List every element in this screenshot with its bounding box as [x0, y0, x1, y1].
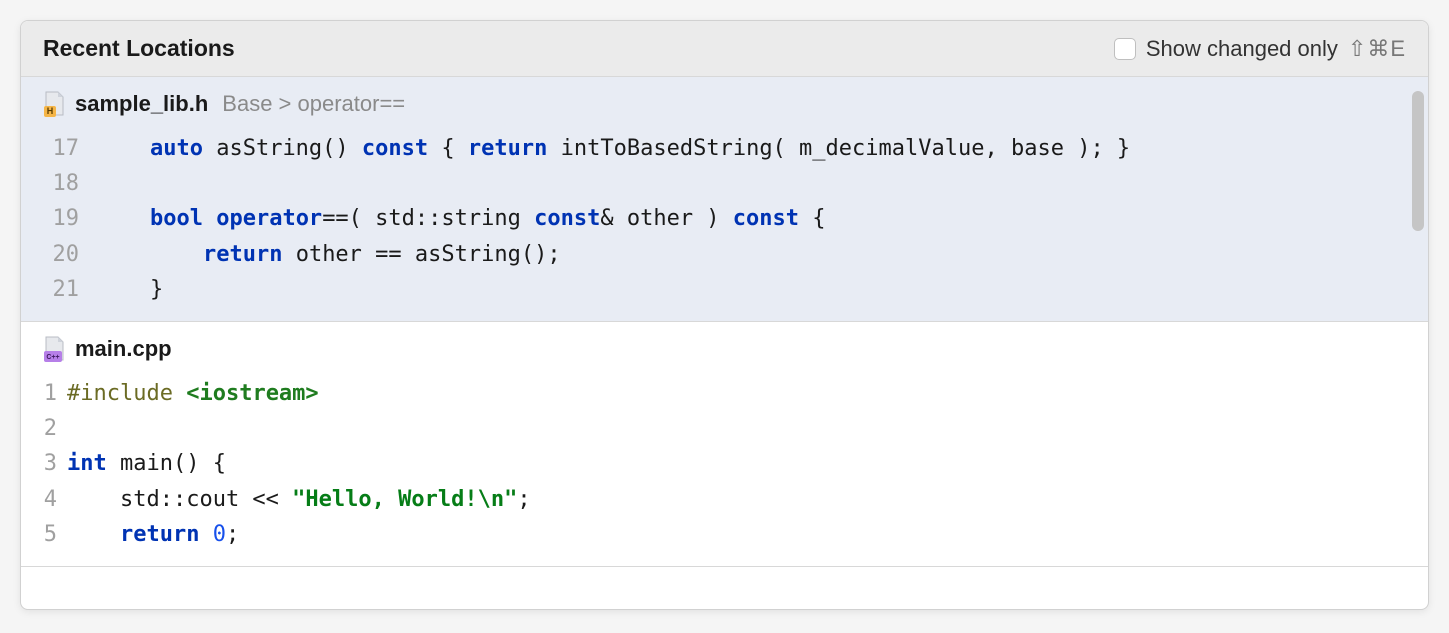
line-number: 17 [21, 131, 97, 166]
code-line: 20 return other == asString(); [21, 237, 1428, 272]
svg-text:H: H [47, 106, 54, 116]
code-content: bool operator==( std::string const& othe… [97, 201, 826, 236]
line-number: 5 [21, 517, 67, 552]
show-changed-label[interactable]: Show changed only [1146, 36, 1338, 62]
cpp-file-icon: C++ [43, 336, 65, 362]
code-line: 3int main() { [21, 446, 1428, 481]
line-number: 4 [21, 482, 67, 517]
header-file-icon: H [43, 91, 65, 117]
code-content: return other == asString(); [97, 237, 561, 272]
show-changed-group: Show changed only ⇧⌘E [1114, 36, 1406, 62]
svg-text:C++: C++ [46, 354, 59, 361]
code-line: 1#include <iostream> [21, 376, 1428, 411]
location-entry[interactable]: Hsample_lib.h Base > operator== 17 auto as… [21, 77, 1428, 322]
code-content: #include <iostream> [67, 376, 319, 411]
line-number: 2 [21, 411, 67, 446]
code-line: 17 auto asString() const { return intToB… [21, 131, 1428, 166]
code-line: 2 [21, 411, 1428, 446]
code-content: int main() { [67, 446, 226, 481]
code-content: return 0; [67, 517, 239, 552]
line-number: 21 [21, 272, 97, 307]
show-changed-checkbox[interactable] [1114, 38, 1136, 60]
code-line: 18 [21, 166, 1428, 201]
code-content: } [97, 272, 163, 307]
line-number: 18 [21, 166, 97, 201]
code-content: std::cout << "Hello, World!\n"; [67, 482, 531, 517]
show-changed-shortcut: ⇧⌘E [1348, 36, 1406, 62]
entry-filename: main.cpp [75, 336, 172, 362]
code-line: 21 } [21, 272, 1428, 307]
code-line: 4 std::cout << "Hello, World!\n"; [21, 482, 1428, 517]
entry-header: C++ main.cpp [21, 322, 1428, 370]
location-entry[interactable]: C++ main.cpp 1#include <iostream>23int mai… [21, 322, 1428, 567]
line-number: 20 [21, 237, 97, 272]
recent-locations-popup: Recent Locations Show changed only ⇧⌘E H… [20, 20, 1429, 610]
code-snippet: 1#include <iostream>23int main() {4 std:… [21, 370, 1428, 566]
scrollbar-thumb[interactable] [1412, 91, 1424, 231]
entry-header: Hsample_lib.h Base > operator== [21, 77, 1428, 125]
line-number: 19 [21, 201, 97, 236]
code-line: 5 return 0; [21, 517, 1428, 552]
line-number: 1 [21, 376, 67, 411]
entries-list: Hsample_lib.h Base > operator== 17 auto as… [21, 77, 1428, 567]
popup-title: Recent Locations [43, 35, 235, 62]
popup-header: Recent Locations Show changed only ⇧⌘E [21, 21, 1428, 77]
line-number: 3 [21, 446, 67, 481]
entry-breadcrumb: Base > operator== [222, 91, 405, 117]
entry-filename: sample_lib.h [75, 91, 208, 117]
code-content: auto asString() const { return intToBase… [97, 131, 1130, 166]
code-line: 19 bool operator==( std::string const& o… [21, 201, 1428, 236]
code-snippet: 17 auto asString() const { return intToB… [21, 125, 1428, 321]
